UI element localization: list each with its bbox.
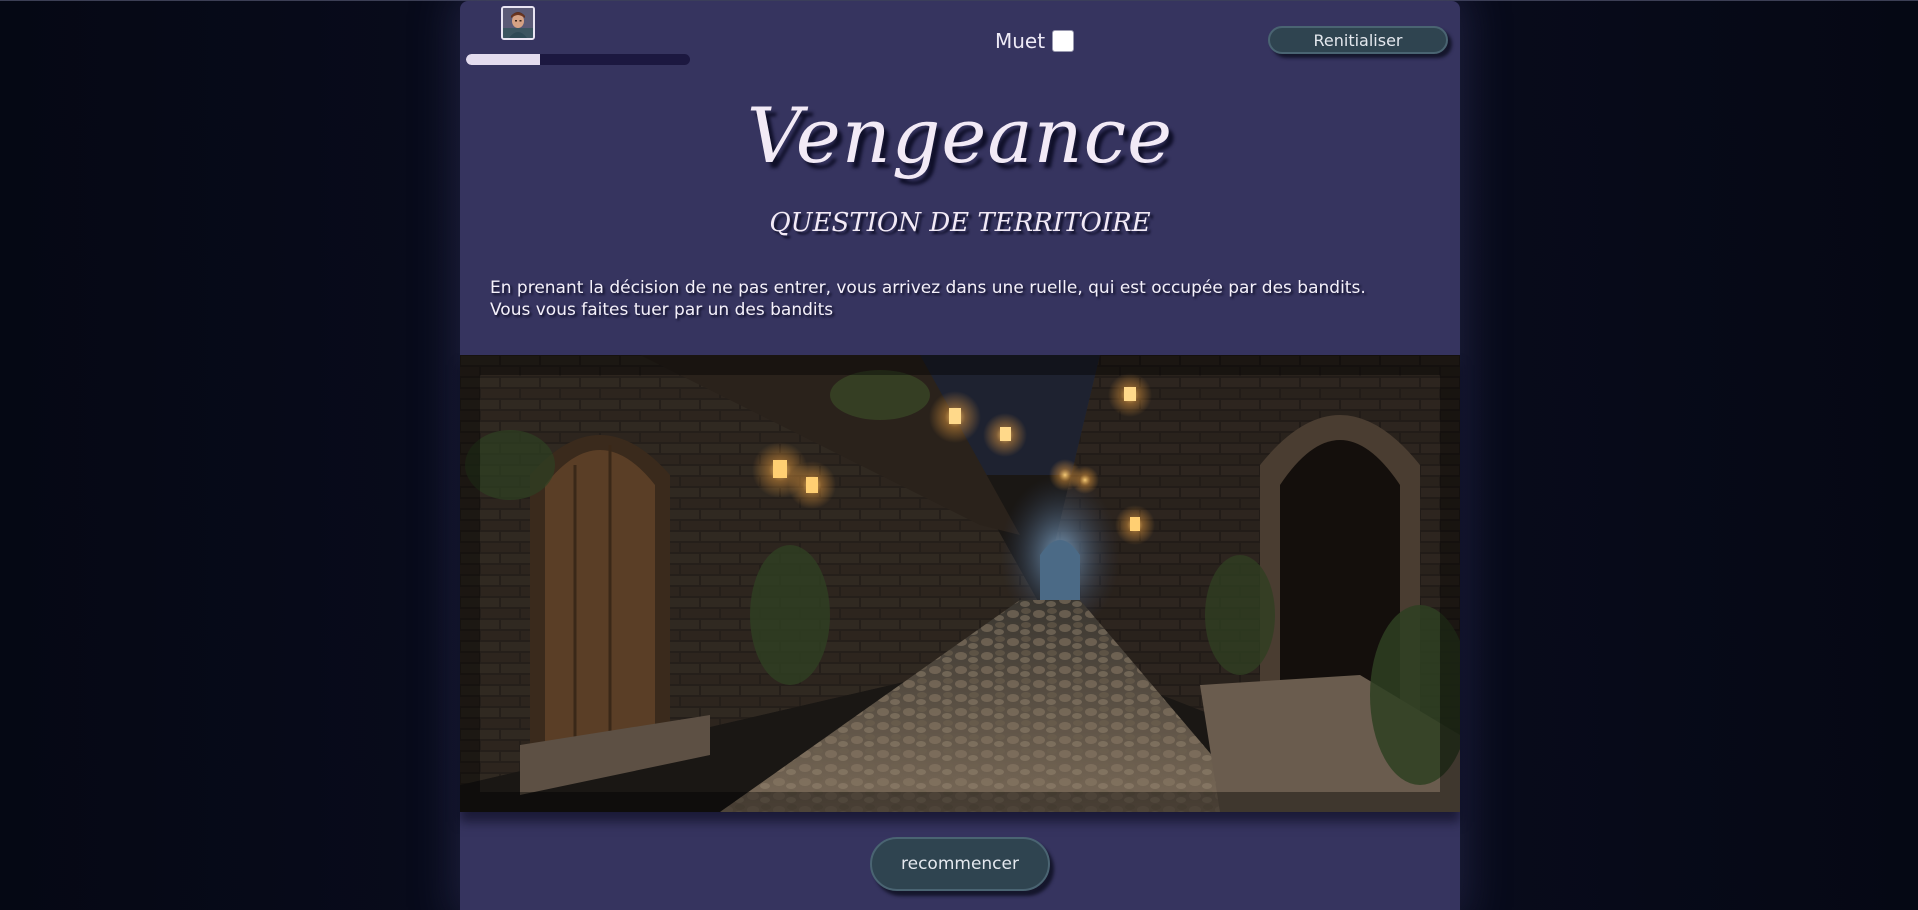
story-line: Vous vous faites tuer par un des bandits <box>490 300 834 320</box>
progress-bar-fill <box>466 54 540 65</box>
story-line: En prenant la décision de ne pas entrer,… <box>490 278 1366 298</box>
story-title: Vengeance <box>746 91 1174 180</box>
game-panel: Muet Renitialiser Vengeance QUESTION DE … <box>460 1 1460 910</box>
progress-bar <box>466 54 690 65</box>
mute-toggle[interactable]: Muet <box>995 29 1075 53</box>
chapter-subtitle: QUESTION DE TERRITOIRE <box>769 208 1151 238</box>
story-text: En prenant la décision de ne pas entrer,… <box>490 277 1440 321</box>
character-portrait-icon[interactable] <box>501 6 535 40</box>
mute-checkbox[interactable] <box>1052 30 1075 52</box>
reset-button[interactable]: Renitialiser <box>1268 26 1448 54</box>
mute-label: Muet <box>995 29 1046 53</box>
scene-illustration <box>460 355 1460 812</box>
restart-button[interactable]: recommencer <box>870 837 1050 891</box>
